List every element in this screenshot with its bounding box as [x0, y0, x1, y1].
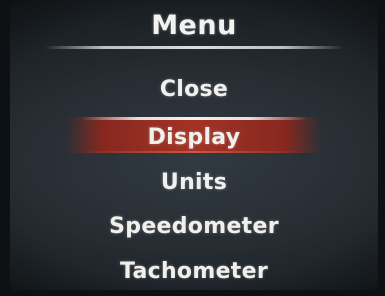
menu-item-close[interactable]: Close: [10, 77, 378, 102]
menu-item-display[interactable]: Display: [10, 125, 378, 150]
menu-item-speedometer[interactable]: Speedometer: [10, 214, 378, 239]
menu-item-units[interactable]: Units: [10, 170, 378, 195]
device-bezel: Menu Close Display Units Speedometer Tac…: [0, 0, 385, 296]
menu-list: Close Display Units Speedometer Tachomet…: [10, 0, 378, 290]
display-screen: Menu Close Display Units Speedometer Tac…: [10, 0, 378, 290]
menu-item-tachometer[interactable]: Tachometer: [10, 259, 378, 284]
